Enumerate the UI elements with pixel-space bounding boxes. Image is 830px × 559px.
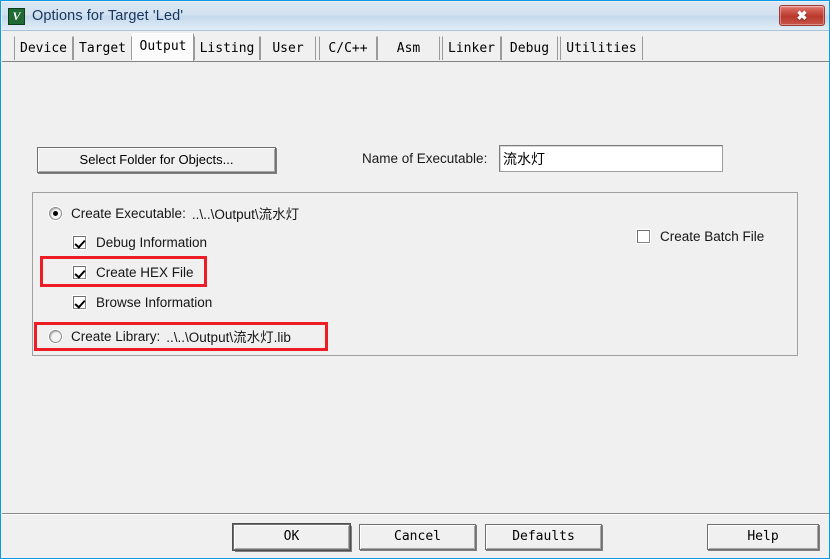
create-executable-label: Create Executable: — [71, 205, 186, 221]
checkmark-icon — [73, 266, 86, 279]
create-library-radio[interactable]: Create Library: ..\..\Output\流水灯.lib — [49, 326, 291, 346]
tab-utilities[interactable]: Utilities — [560, 36, 643, 60]
browse-information-label: Browse Information — [96, 295, 213, 310]
create-batch-file-checkbox[interactable]: Create Batch File — [637, 229, 764, 244]
checkmark-icon — [73, 296, 86, 309]
tab-strip: Device Target Output Listing User C/C++ … — [2, 31, 829, 62]
dialog-footer: OK Cancel Defaults Help — [2, 515, 829, 558]
title-bar: V Options for Target 'Led' ✖ — [2, 2, 829, 31]
close-icon[interactable]: ✖ — [779, 5, 825, 26]
select-folder-for-objects-button[interactable]: Select Folder for Objects... — [37, 147, 276, 173]
ok-button[interactable]: OK — [233, 524, 350, 550]
checkmark-icon — [73, 236, 86, 249]
tab-debug[interactable]: Debug — [501, 36, 558, 60]
output-options-group: Create Executable: ..\..\Output\流水灯 Debu… — [32, 192, 798, 356]
keil-uvision-icon-glyph: V — [12, 8, 21, 23]
radio-on-icon — [49, 206, 62, 220]
create-executable-radio[interactable]: Create Executable: ..\..\Output\流水灯 — [49, 203, 299, 223]
debug-information-label: Debug Information — [96, 235, 208, 250]
create-hex-file-checkbox[interactable]: Create HEX File — [73, 265, 194, 280]
tab-linker[interactable]: Linker — [442, 36, 501, 60]
create-hex-file-label: Create HEX File — [96, 265, 194, 280]
help-button[interactable]: Help — [707, 524, 819, 550]
name-of-executable-label: Name of Executable: — [362, 151, 488, 166]
name-of-executable-input[interactable] — [499, 145, 723, 172]
close-icon-glyph: ✖ — [796, 8, 808, 23]
tab-c-cpp[interactable]: C/C++ — [319, 36, 377, 60]
tab-target[interactable]: Target — [73, 36, 132, 60]
options-dialog-window: V Options for Target 'Led' ✖ Device Targ… — [0, 0, 830, 559]
cancel-button[interactable]: Cancel — [359, 524, 476, 550]
checkbox-empty-icon — [637, 230, 650, 243]
debug-information-checkbox[interactable]: Debug Information — [73, 235, 207, 250]
create-library-label: Create Library: — [71, 328, 161, 344]
radio-off-icon — [49, 329, 62, 343]
keil-uvision-icon: V — [8, 7, 25, 25]
browse-information-checkbox[interactable]: Browse Information — [73, 295, 212, 310]
create-executable-path: ..\..\Output\流水灯 — [191, 207, 300, 222]
tab-asm[interactable]: Asm — [377, 36, 440, 60]
tab-device[interactable]: Device — [14, 36, 73, 60]
create-batch-file-label: Create Batch File — [660, 229, 765, 244]
tab-listing[interactable]: Listing — [194, 36, 260, 60]
output-tab-panel: Select Folder for Objects... Name of Exe… — [2, 62, 829, 508]
create-library-path: ..\..\Output\流水灯.lib — [166, 330, 291, 345]
defaults-button[interactable]: Defaults — [485, 524, 602, 550]
window-title: Options for Target 'Led' — [32, 8, 184, 24]
tab-output[interactable]: Output — [132, 33, 194, 61]
tab-user[interactable]: User — [260, 36, 316, 60]
